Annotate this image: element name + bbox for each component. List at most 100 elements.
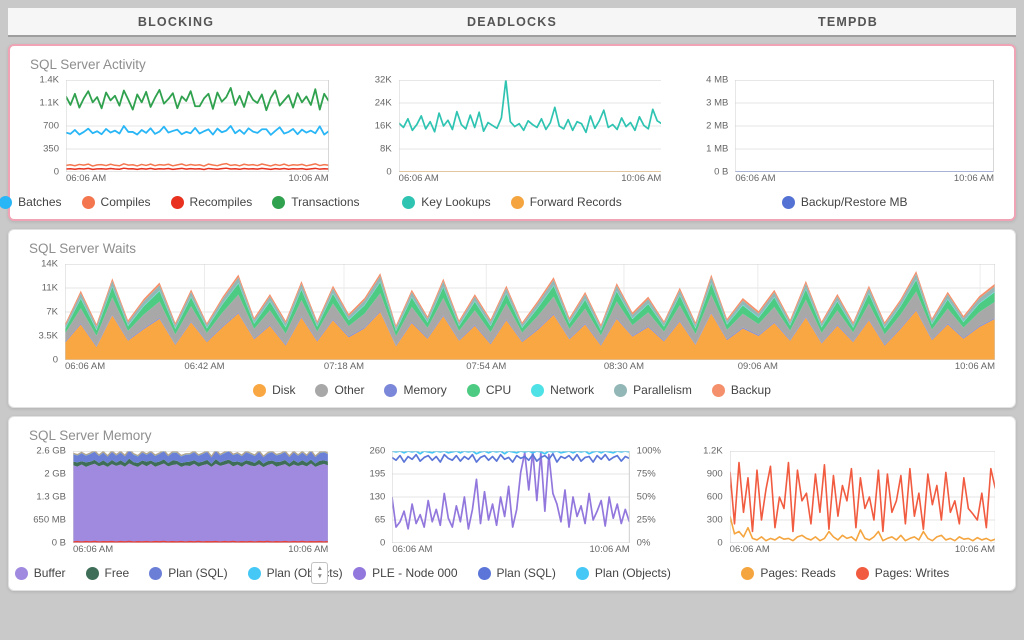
cpu-legend-swatch: [467, 384, 480, 397]
legend-item[interactable]: Backup/Restore MB: [782, 195, 908, 209]
legend-item[interactable]: Other: [315, 383, 364, 397]
legend-scroll-stepper[interactable]: ▲▼: [311, 562, 328, 584]
y-axis-label: 4 MB: [706, 75, 728, 86]
x-axis-label: 06:06 AM: [392, 544, 432, 555]
plot-area: [73, 451, 328, 543]
y-axis-label: 700: [43, 121, 59, 132]
memory-panel-title: SQL Server Memory: [29, 428, 999, 443]
legend-label: Plan (SQL): [497, 566, 556, 580]
y-axis: 32K24K16K8K0: [359, 80, 395, 172]
legend-label: Disk: [272, 383, 295, 397]
legend-label: Plan (Objects): [595, 566, 671, 580]
plan-objects-legend-swatch: [248, 567, 261, 580]
legend-item[interactable]: Compiles: [82, 195, 151, 209]
legend-item[interactable]: Recompiles: [171, 195, 253, 209]
y-axis-label: 130: [369, 492, 385, 503]
legend-label: PLE - Node 000: [372, 566, 457, 580]
x-axis-label: 10:06 AM: [288, 544, 328, 555]
x-axis-label: 10:06 AM: [954, 173, 994, 184]
legend-item[interactable]: Disk: [253, 383, 295, 397]
x-axis-label: 10:06 AM: [955, 544, 995, 555]
legend-label: Batches: [18, 195, 61, 209]
legend-item[interactable]: Batches: [0, 195, 62, 209]
legend-item[interactable]: Plan (Objects): [248, 566, 343, 580]
other-legend-swatch: [315, 384, 328, 397]
plan-sql-legend-swatch: [149, 567, 162, 580]
y-axis-label: 3 MB: [706, 98, 728, 109]
parallelism-legend-swatch: [614, 384, 627, 397]
right-y-axis-label: 0%: [637, 538, 651, 549]
plot-area: [392, 451, 629, 543]
tab-deadlocks[interactable]: DEADLOCKS: [344, 8, 680, 35]
plot-area: [65, 264, 995, 360]
y-axis-label: 1.4K: [39, 75, 59, 86]
x-axis: 06:06 AM06:42 AM07:18 AM07:54 AM08:30 AM…: [65, 360, 995, 373]
legend-item[interactable]: Key Lookups: [402, 195, 490, 209]
y-axis-label: 65: [375, 515, 386, 526]
legend-item[interactable]: CPU: [467, 383, 511, 397]
tab-tempdb[interactable]: TEMPDB: [680, 8, 1016, 35]
plan-sql-legend-swatch: [478, 567, 491, 580]
legend-item[interactable]: Transactions: [272, 195, 359, 209]
legend-label: Backup: [731, 383, 771, 397]
free-legend-swatch: [86, 567, 99, 580]
y-axis-label: 1.3 GB: [36, 492, 66, 503]
y-axis-label: 0: [54, 167, 59, 178]
y-axis-label: 0: [53, 355, 58, 366]
legend-label: Plan (SQL): [168, 566, 227, 580]
legend-item[interactable]: Network: [531, 383, 594, 397]
legend-item[interactable]: Plan (SQL): [478, 566, 556, 580]
x-axis: 06:06 AM10:06 AM: [730, 543, 995, 556]
y-axis: 1.4K1.1K7003500: [26, 80, 62, 172]
memory-legend-swatch: [384, 384, 397, 397]
y-axis-label: 16K: [375, 121, 392, 132]
y-axis-label: 0 B: [52, 538, 66, 549]
x-axis-label: 06:06 AM: [73, 544, 113, 555]
backup-legend-swatch: [712, 384, 725, 397]
chart-legend: BatchesCompilesRecompilesTransactions: [26, 191, 333, 213]
y-axis-label: 300: [707, 515, 723, 526]
y-axis: 1.2K9006003000: [692, 451, 726, 543]
legend-item[interactable]: Plan (SQL): [149, 566, 227, 580]
legend-item[interactable]: Pages: Reads: [741, 566, 835, 580]
memory-pages-chart: 1.2K9006003000 06:06 AM10:06 AM Pages: Rea…: [692, 451, 999, 584]
compiles-legend-swatch: [82, 196, 95, 209]
x-axis-label: 06:06 AM: [735, 173, 775, 184]
y-axis-label: 0: [380, 538, 385, 549]
memory-breakdown-chart: 2.6 GB2 GB1.3 GB650 MB0 B06:06 AM10:06 A…: [25, 451, 332, 584]
legend-label: Recompiles: [190, 195, 253, 209]
plot-area: [735, 80, 994, 172]
x-axis-label: 06:06 AM: [399, 173, 439, 184]
legend-item[interactable]: Backup: [712, 383, 771, 397]
right-y-axis: 100%75%50%25%0%: [634, 451, 666, 543]
legend-item[interactable]: PLE - Node 000: [353, 566, 457, 580]
legend-label: Pages: Writes: [875, 566, 949, 580]
x-axis: 06:06 AM10:06 AM: [399, 172, 662, 185]
panel-sql-server-waits: SQL Server Waits 14K11K7K3.5K006:06 AM06…: [8, 229, 1016, 408]
top-tab-bar: BLOCKING DEADLOCKS TEMPDB: [8, 8, 1016, 37]
key-lookups-legend-swatch: [402, 196, 415, 209]
legend-item[interactable]: Memory: [384, 383, 446, 397]
y-axis-label: 11K: [42, 283, 58, 294]
legend-item[interactable]: Buffer: [15, 566, 66, 580]
y-axis-label: 2 GB: [44, 469, 66, 480]
memory-ple-chart: 260195130650100%75%50%25%0%06:06 AM10:06…: [358, 451, 665, 584]
legend-label: Other: [334, 383, 364, 397]
network-legend-swatch: [531, 384, 544, 397]
x-axis-label: 07:54 AM: [466, 361, 506, 372]
legend-label: Transactions: [291, 195, 359, 209]
chart-legend: BufferFreePlan (SQL)Plan (Objects)▲▼: [25, 562, 332, 584]
spinner-up-icon: ▲: [317, 565, 323, 573]
legend-label: Backup/Restore MB: [801, 195, 908, 209]
plot-area: [730, 451, 995, 543]
memory-chart-row: 2.6 GB2 GB1.3 GB650 MB0 B06:06 AM10:06 A…: [25, 451, 999, 584]
legend-item[interactable]: Pages: Writes: [856, 566, 949, 580]
tab-blocking[interactable]: BLOCKING: [8, 8, 344, 35]
y-axis-label: 2 MB: [706, 121, 728, 132]
legend-item[interactable]: Forward Records: [511, 195, 622, 209]
recompiles-legend-swatch: [171, 196, 184, 209]
chart-legend: Backup/Restore MB: [691, 191, 998, 213]
legend-item[interactable]: Plan (Objects): [576, 566, 671, 580]
legend-item[interactable]: Free: [86, 566, 130, 580]
legend-item[interactable]: Parallelism: [614, 383, 692, 397]
